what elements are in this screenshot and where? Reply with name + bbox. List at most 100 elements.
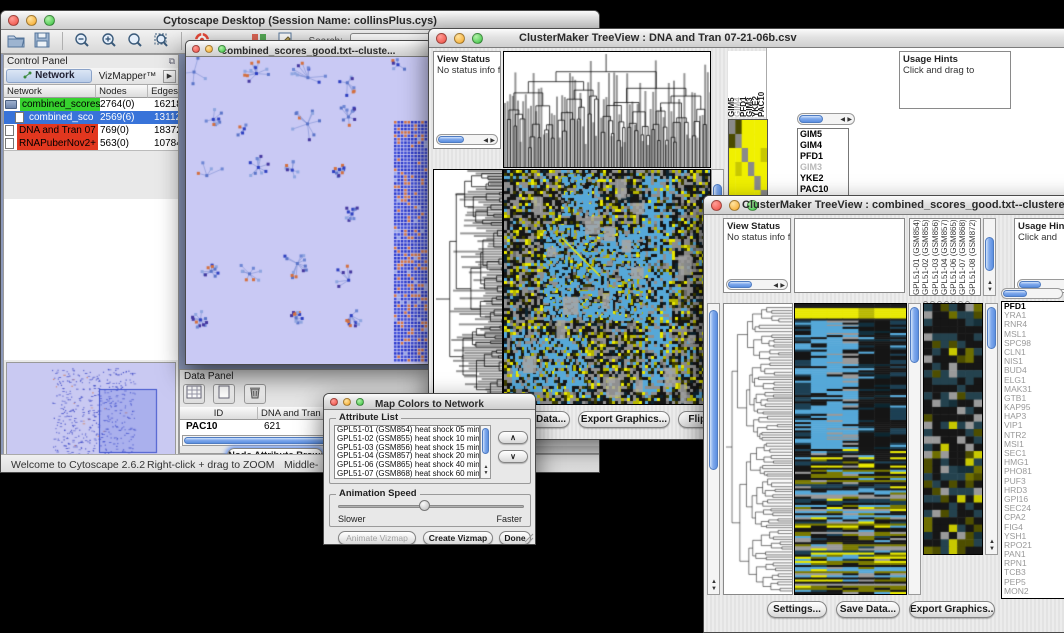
gene-label[interactable]: MSL1 <box>1002 330 1064 339</box>
attribute-list-vscrollbar[interactable]: ▲▼ <box>480 425 491 479</box>
gene-label[interactable]: YKE2 <box>798 173 848 184</box>
scroll-left-arrow[interactable]: ◀ <box>840 117 845 123</box>
new-attribute-icon[interactable] <box>213 384 235 404</box>
close-button[interactable] <box>192 45 200 53</box>
gene-label[interactable]: HMG1 <box>1002 458 1064 467</box>
gene-label[interactable]: CPA2 <box>1002 513 1064 522</box>
scroll-right-arrow[interactable]: ▶ <box>780 283 785 289</box>
speed-slider-thumb[interactable] <box>419 500 430 511</box>
map-dialog-titlebar[interactable]: Map Colors to Network <box>324 394 535 410</box>
scroll-left-arrow[interactable]: ◀ <box>483 138 488 144</box>
tab-overflow-button[interactable]: ▶ <box>163 70 176 83</box>
gene-label[interactable]: RPN1 <box>1002 559 1064 568</box>
zoom-window-button[interactable] <box>472 33 483 44</box>
gene-label[interactable]: YSH1 <box>1002 532 1064 541</box>
col-header-edges[interactable]: Edges <box>148 85 178 98</box>
global-vscrollbar[interactable]: ▲▼ <box>707 303 720 595</box>
treeview1-titlebar[interactable]: ClusterMaker TreeView : DNA and Tran 07-… <box>429 29 1064 48</box>
minimize-button[interactable] <box>729 200 740 211</box>
gene-label[interactable]: MON2 <box>1002 587 1064 596</box>
zoom-selected-icon[interactable] <box>124 31 146 51</box>
gene-label[interactable]: MAK31 <box>1002 385 1064 394</box>
scroll-thumb[interactable] <box>709 310 718 470</box>
scroll-thumb[interactable] <box>985 237 994 271</box>
network-canvas[interactable] <box>186 57 431 364</box>
view-status-hscrollbar[interactable]: ◀▶ <box>726 279 788 290</box>
heatmap-main[interactable] <box>794 303 907 595</box>
scroll-thumb[interactable] <box>910 307 919 363</box>
gene-label[interactable]: YRA1 <box>1002 311 1064 320</box>
network-name-cell[interactable]: DNA and Tran 07 <box>4 124 100 137</box>
gene-label[interactable]: PFD1 <box>798 151 848 162</box>
treeview2-gene-list[interactable]: PFD1YRA1RNR4MSL1SPC98CLN1NIS1BUD4ELG1MAK… <box>1001 301 1064 599</box>
attribute-list-item[interactable]: GPL51-07 (GSM868) heat shock 60 min <box>335 470 479 479</box>
close-button[interactable] <box>436 33 447 44</box>
gene-label[interactable]: GIM5 <box>798 129 848 140</box>
gene-label[interactable]: HRD3 <box>1002 486 1064 495</box>
minimize-button[interactable] <box>343 398 351 406</box>
gene-label[interactable]: GIM4 <box>798 140 848 151</box>
gene-label[interactable]: PHO81 <box>1002 467 1064 476</box>
network-view-titlebar[interactable]: combined_scores_good.txt--cluste... <box>186 41 431 57</box>
scroll-thumb[interactable] <box>438 136 464 143</box>
zoom-fit-icon[interactable] <box>151 31 173 51</box>
scroll-down-arrow[interactable]: ▼ <box>484 470 489 476</box>
export-graphics-button[interactable]: Export Graphics... <box>909 601 995 618</box>
network-list-row[interactable]: RNAPuberNov2+563(0)107847(0) <box>4 137 178 150</box>
delete-attribute-icon[interactable] <box>244 384 266 404</box>
col-header-nodes[interactable]: Nodes <box>96 85 148 98</box>
gene-label[interactable]: VIP1 <box>1002 421 1064 430</box>
network-name-cell[interactable]: combined_sco <box>4 111 100 124</box>
settings-button[interactable]: Settings... <box>767 601 827 618</box>
scroll-thumb[interactable] <box>987 307 996 349</box>
gene-label[interactable]: SEC1 <box>1002 449 1064 458</box>
scroll-right-arrow[interactable]: ▶ <box>490 138 495 144</box>
network-name-cell[interactable]: RNAPuberNov2+ <box>4 137 100 150</box>
heatmap-main[interactable] <box>503 169 711 405</box>
speed-slider-track[interactable] <box>338 505 524 508</box>
export-graphics-button[interactable]: Export Graphics... <box>578 411 670 428</box>
scroll-down-arrow[interactable]: ▼ <box>711 586 717 592</box>
gene-label[interactable]: MSI1 <box>1002 440 1064 449</box>
heatmap-vscrollbar[interactable] <box>908 303 921 595</box>
scroll-thumb[interactable] <box>1003 290 1027 297</box>
gene-label[interactable]: PEP5 <box>1002 578 1064 587</box>
scroll-down-arrow[interactable]: ▼ <box>987 287 993 293</box>
gene-label[interactable]: RNR4 <box>1002 320 1064 329</box>
gene-label[interactable]: TCB3 <box>1002 568 1064 577</box>
network-name-cell[interactable]: combined_scores <box>4 98 100 111</box>
create-vizmap-button[interactable]: Create Vizmap <box>423 531 493 544</box>
gene-label[interactable]: FIG4 <box>1002 523 1064 532</box>
scroll-thumb[interactable] <box>1019 281 1041 288</box>
gene-label[interactable]: SEC24 <box>1002 504 1064 513</box>
zoom-window-button[interactable] <box>44 15 55 26</box>
zoom-vscrollbar[interactable]: ▲▼ <box>985 303 998 555</box>
view-status-hscrollbar[interactable]: ◀▶ <box>436 134 498 145</box>
close-button[interactable] <box>8 15 19 26</box>
gene-label[interactable]: ELG1 <box>1002 376 1064 385</box>
id-column-header[interactable]: ID <box>180 407 258 420</box>
heatmap-zoomed[interactable] <box>923 303 983 555</box>
birds-eye-view[interactable] <box>6 362 176 469</box>
gene-label[interactable]: BUD4 <box>1002 366 1064 375</box>
gene-label[interactable]: RPO21 <box>1002 541 1064 550</box>
gene-label[interactable]: PUF3 <box>1002 477 1064 486</box>
row-dendrogram[interactable] <box>433 169 503 405</box>
column-labels-vscrollbar[interactable]: ▲▼ <box>983 218 996 296</box>
scroll-up-arrow[interactable]: ▲ <box>711 579 717 585</box>
column-dendrogram-area[interactable] <box>794 218 905 293</box>
minimize-button[interactable] <box>26 15 37 26</box>
close-button[interactable] <box>330 398 338 406</box>
gene-label[interactable]: SPC98 <box>1002 339 1064 348</box>
gene-label[interactable]: PAC10 <box>798 184 848 195</box>
zoom-window-button[interactable] <box>218 45 226 53</box>
attribute-list[interactable]: GPL51-01 (GSM854) heat shock 05 minGPL51… <box>334 425 480 479</box>
gene-label[interactable]: GPI16 <box>1002 495 1064 504</box>
treeview2-titlebar[interactable]: ClusterMaker TreeView : combined_scores_… <box>704 196 1064 215</box>
gene-label[interactable]: PFD1 <box>1002 302 1064 311</box>
close-button[interactable] <box>711 200 722 211</box>
move-down-button[interactable]: ∨ <box>498 450 528 463</box>
gene-label[interactable]: NIS1 <box>1002 357 1064 366</box>
move-up-button[interactable]: ∧ <box>498 431 528 444</box>
gene-label[interactable]: KAP95 <box>1002 403 1064 412</box>
